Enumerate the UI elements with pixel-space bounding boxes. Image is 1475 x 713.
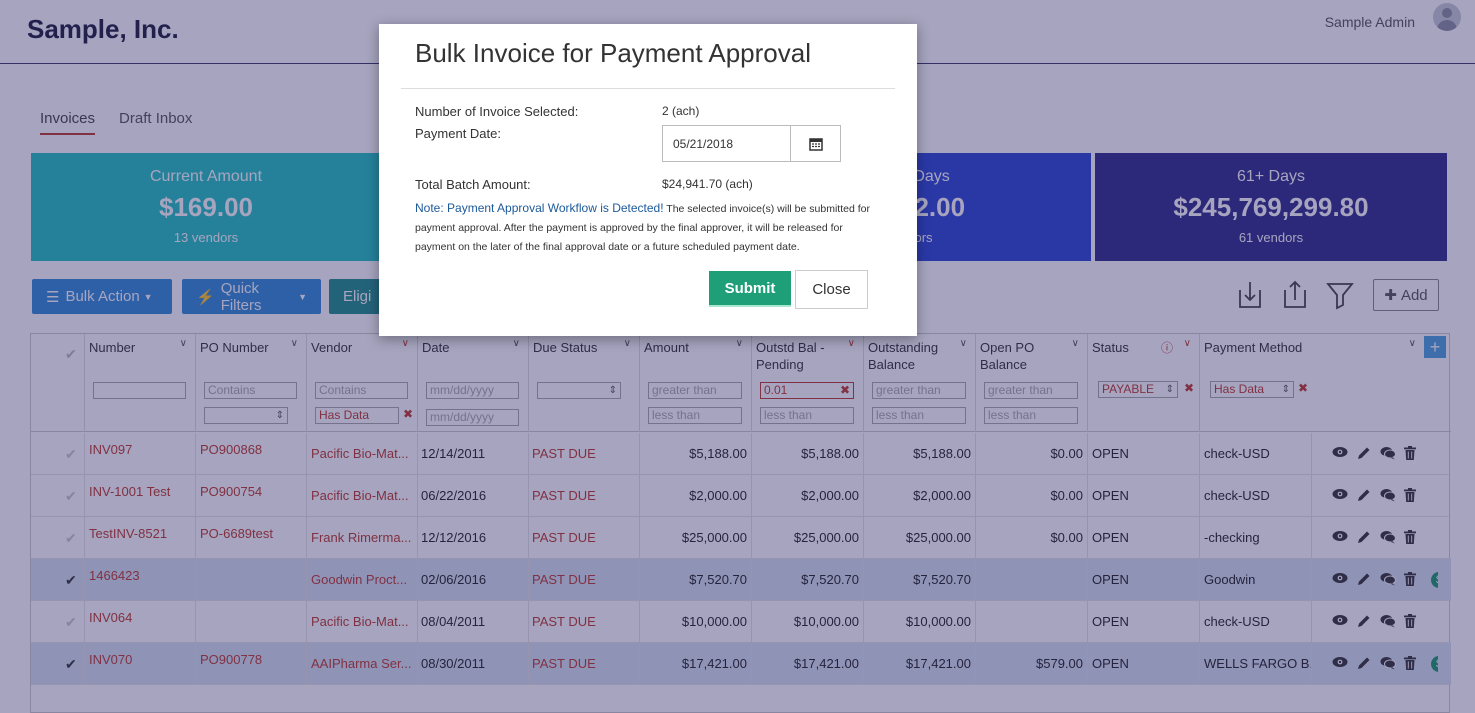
- modal-divider: [401, 88, 895, 89]
- payment-date-label: Payment Date:: [415, 126, 501, 141]
- invoice-count-label: Number of Invoice Selected:: [415, 104, 579, 119]
- workflow-note-heading: Note: Payment Approval Workflow is Detec…: [415, 201, 664, 215]
- modal-title: Bulk Invoice for Payment Approval: [415, 38, 811, 68]
- total-batch-value: $24,941.70 (ach): [662, 177, 753, 191]
- close-button[interactable]: Close: [795, 270, 868, 309]
- calendar-icon[interactable]: [791, 126, 840, 161]
- payment-date-field: [662, 125, 841, 162]
- workflow-note: Note: Payment Approval Workflow is Detec…: [415, 199, 885, 257]
- bulk-payment-modal: Bulk Invoice for Payment Approval Number…: [379, 24, 917, 336]
- submit-button[interactable]: Submit: [709, 271, 791, 307]
- invoice-count-value: 2 (ach): [662, 104, 700, 118]
- total-batch-label: Total Batch Amount:: [415, 177, 531, 192]
- payment-date-input[interactable]: [663, 126, 791, 161]
